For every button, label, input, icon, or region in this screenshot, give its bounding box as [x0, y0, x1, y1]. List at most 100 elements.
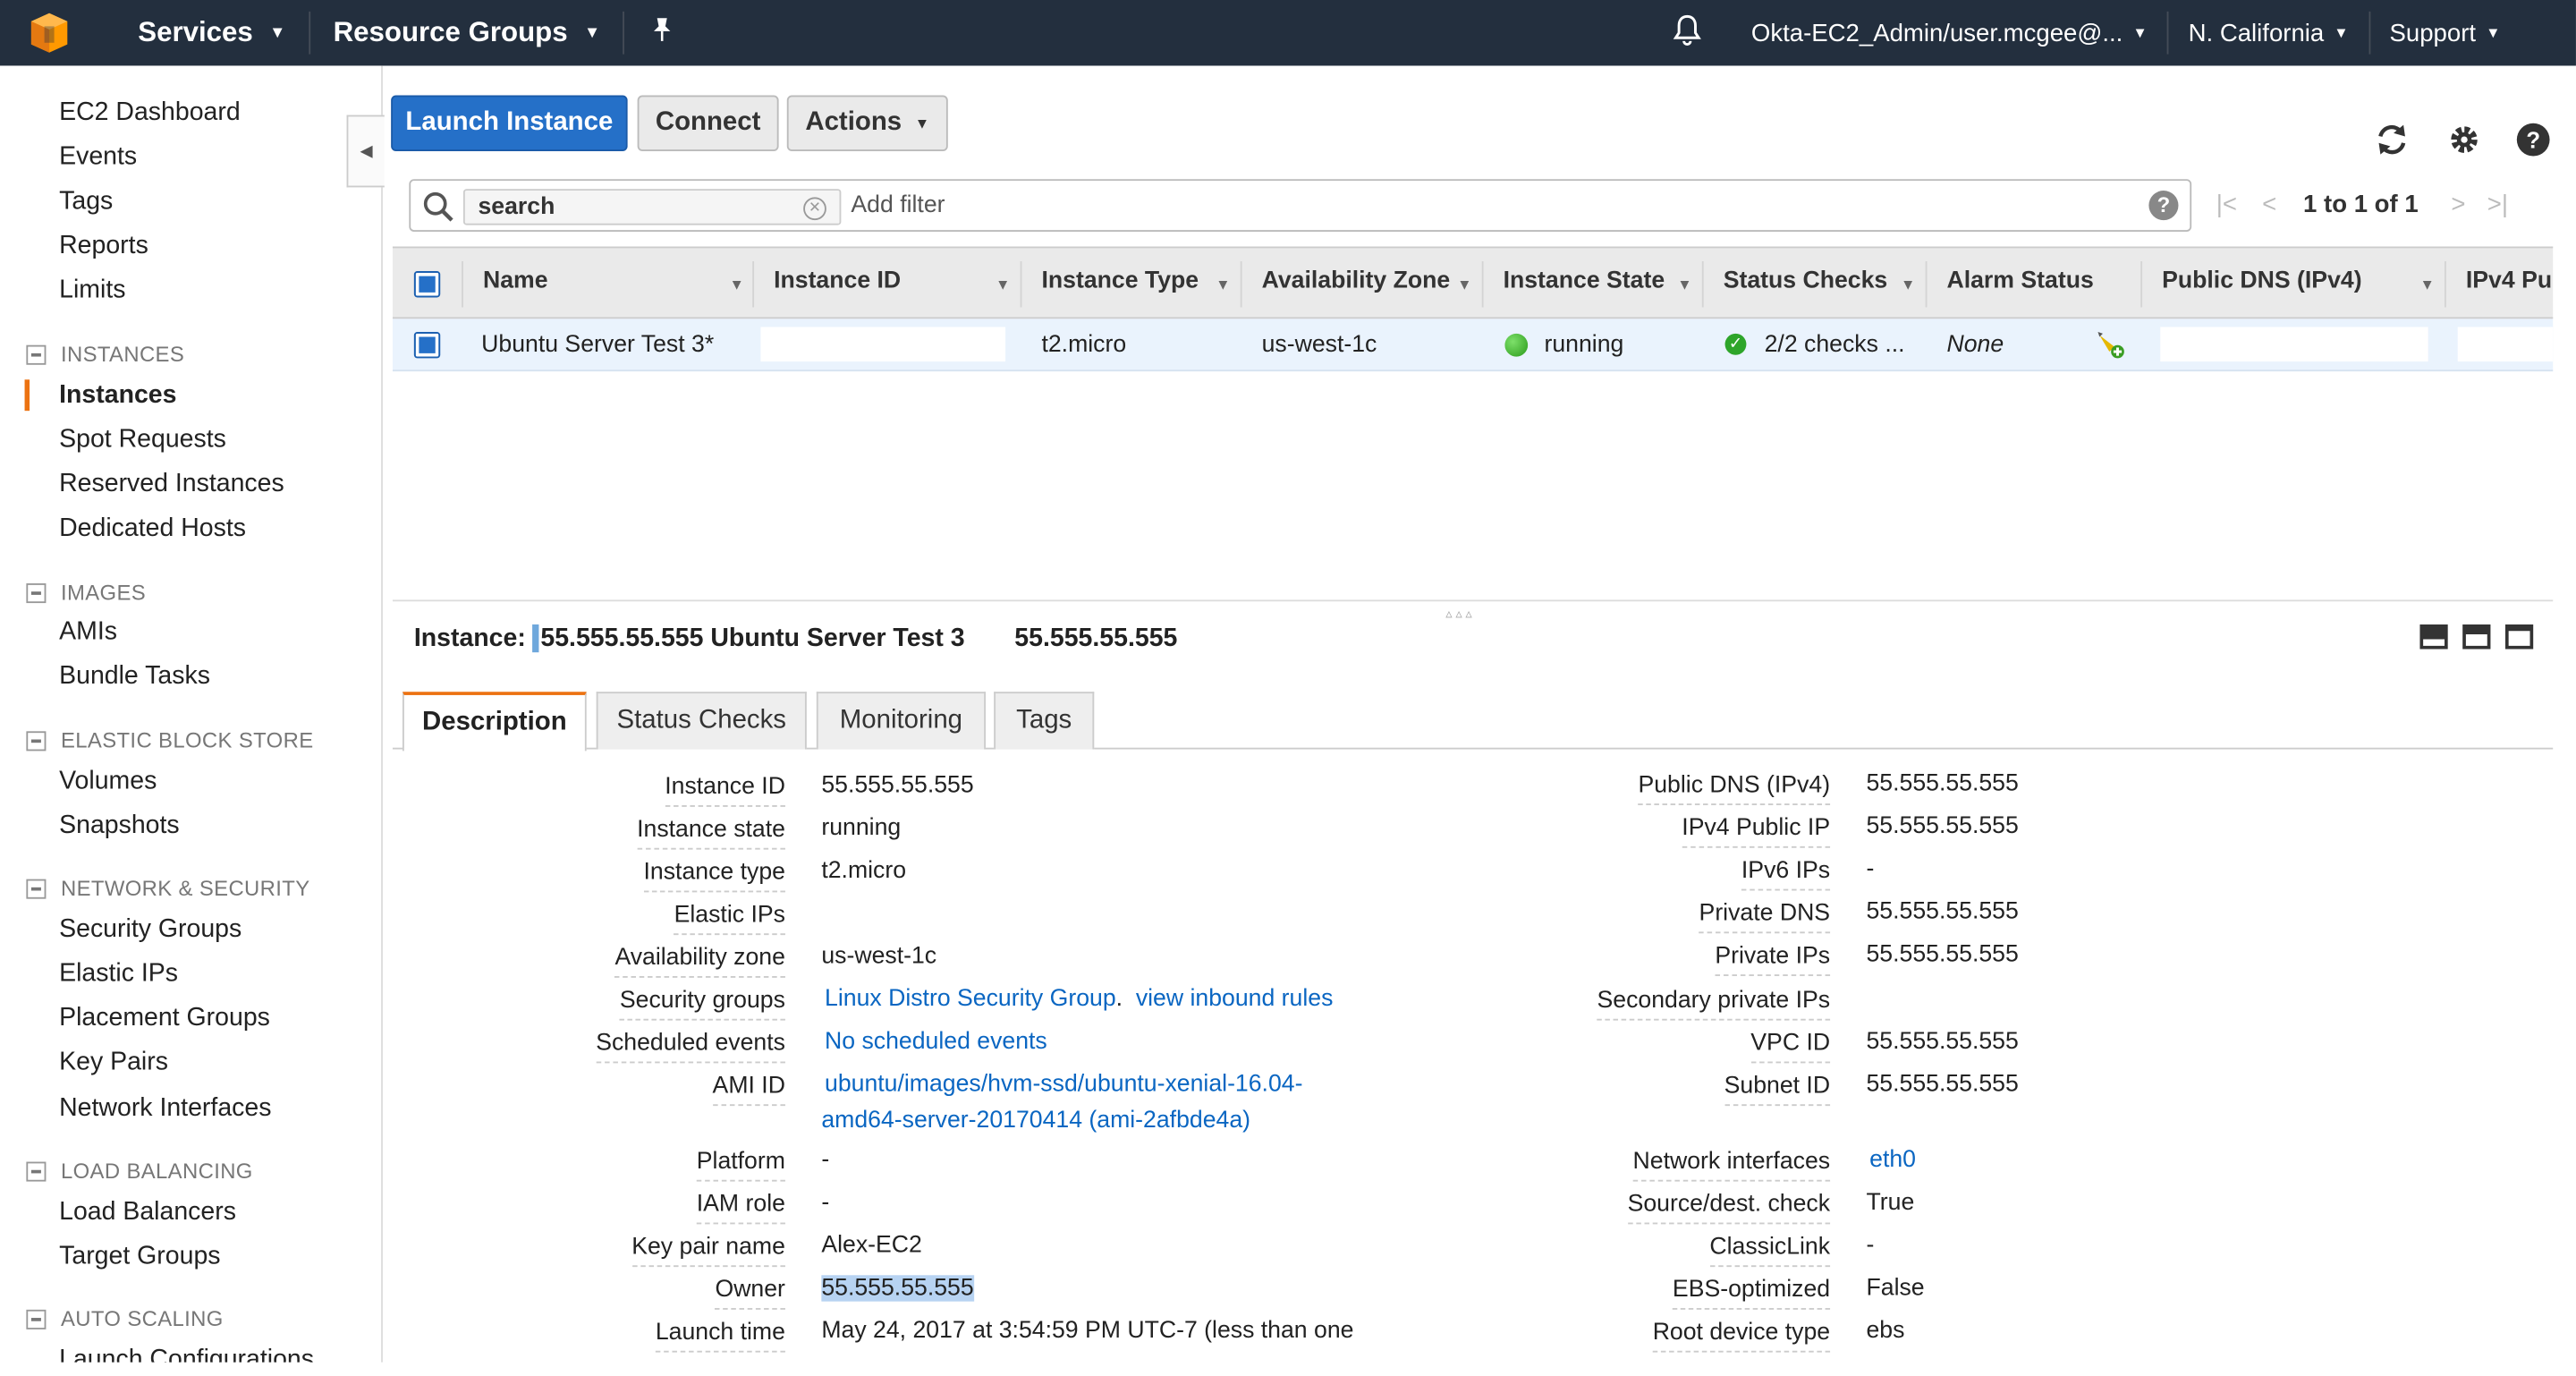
col-header-instance-state[interactable]: Instance State	[1504, 268, 1665, 293]
ami-id-link-line2[interactable]: amd64-server-20170414 (ami-2afbde4a)	[821, 1108, 1250, 1134]
sidebar-item-amis[interactable]: AMIs	[59, 618, 117, 648]
row-checkbox[interactable]	[413, 332, 441, 359]
account-menu[interactable]: Okta-EC2_Admin/user.mcgee@... ▼	[1732, 0, 2167, 65]
sidebar-item-snapshots[interactable]: Snapshots	[59, 811, 180, 841]
instances-table-header: Name ▼ Instance ID ▼ Instance Type ▼ Ava…	[392, 246, 2554, 319]
sidebar-section-images[interactable]: IMAGES	[26, 580, 146, 605]
scheduled-events-link[interactable]: No scheduled events	[825, 1029, 1047, 1055]
sidebar-item-reports[interactable]: Reports	[59, 232, 148, 261]
sidebar-item-placement-groups[interactable]: Placement Groups	[59, 1004, 270, 1033]
sidebar-item-elastic-ips[interactable]: Elastic IPs	[59, 960, 178, 990]
sidebar-item-load-balancers[interactable]: Load Balancers	[59, 1198, 236, 1227]
view-inbound-rules-link[interactable]: view inbound rules	[1136, 986, 1334, 1012]
sort-chevron-icon[interactable]: ▼	[1457, 276, 1471, 293]
search-token[interactable]: search ✕	[462, 189, 842, 225]
collapse-icon	[26, 878, 47, 898]
col-header-ipv4-public[interactable]: IPv4 Pu	[2466, 268, 2552, 293]
sidebar-section-network[interactable]: NETWORK & SECURITY	[26, 876, 309, 901]
launch-instance-button[interactable]: Launch Instance	[391, 95, 628, 151]
section-label: IMAGES	[60, 580, 147, 605]
column-divider	[2445, 261, 2446, 308]
region-menu[interactable]: N. California ▼	[2169, 0, 2368, 65]
aws-logo-icon[interactable]	[20, 0, 79, 65]
sidebar-item-ec2-dashboard[interactable]: EC2 Dashboard	[59, 98, 241, 128]
label-secondary-private-ips: Secondary private IPs	[1597, 988, 1831, 1021]
sort-chevron-icon[interactable]: ▼	[729, 276, 743, 293]
sidebar-item-tags[interactable]: Tags	[59, 187, 113, 217]
sort-chevron-icon[interactable]: ▼	[996, 276, 1010, 293]
account-label: Okta-EC2_Admin/user.mcgee@...	[1750, 19, 2123, 47]
pane-splitter[interactable]	[392, 599, 2554, 602]
resource-groups-menu[interactable]: Resource Groups ▼	[310, 0, 623, 65]
drag-handle-icon[interactable]: ▵▵▵	[1445, 607, 1475, 622]
connect-button[interactable]: Connect	[637, 95, 779, 151]
col-header-public-dns[interactable]: Public DNS (IPv4)	[2162, 268, 2361, 293]
filter-help-icon[interactable]: ?	[2148, 191, 2179, 221]
sidebar-item-spot-requests[interactable]: Spot Requests	[59, 426, 226, 455]
sidebar-item-limits[interactable]: Limits	[59, 276, 125, 306]
sidebar-section-load-balancing[interactable]: LOAD BALANCING	[26, 1158, 253, 1184]
sidebar-section-auto-scaling[interactable]: AUTO SCALING	[26, 1306, 223, 1331]
create-alarm-icon[interactable]	[2095, 328, 2128, 369]
label-source-dest-check: Source/dest. check	[1627, 1192, 1831, 1225]
col-header-name[interactable]: Name	[483, 268, 548, 293]
col-header-status-checks[interactable]: Status Checks	[1724, 268, 1888, 293]
table-row[interactable]: Ubuntu Server Test 3* t2.micro us-west-1…	[392, 319, 2554, 372]
sidebar-item-volumes[interactable]: Volumes	[59, 768, 157, 797]
help-icon[interactable]: ?	[2512, 118, 2555, 161]
sidebar-item-dedicated-hosts[interactable]: Dedicated Hosts	[59, 514, 246, 544]
sidebar-collapse-toggle[interactable]: ◀	[346, 115, 385, 188]
services-menu[interactable]: Services ▼	[115, 0, 309, 65]
sort-chevron-icon[interactable]: ▼	[1216, 276, 1230, 293]
col-header-instance-type[interactable]: Instance Type	[1041, 268, 1199, 293]
cell-status-checks: 2/2 checks ...	[1764, 332, 1905, 359]
refresh-icon[interactable]	[2370, 118, 2413, 161]
first-page-icon[interactable]: |<	[2216, 191, 2237, 218]
value-launch-time: May 24, 2017 at 3:54:59 PM UTC-7 (less t…	[821, 1318, 1354, 1345]
last-page-icon[interactable]: >|	[2487, 191, 2508, 218]
tab-description[interactable]: Description	[402, 692, 587, 752]
sidebar-item-instances[interactable]: Instances	[59, 381, 176, 411]
col-header-availability-zone[interactable]: Availability Zone	[1262, 268, 1451, 293]
sort-chevron-icon[interactable]: ▼	[1901, 276, 1915, 293]
prev-page-icon[interactable]: <	[2262, 191, 2276, 218]
collapse-icon	[26, 1308, 47, 1329]
layout-split-icon[interactable]	[2462, 624, 2491, 650]
sort-chevron-icon[interactable]: ▼	[2419, 276, 2434, 293]
actions-button[interactable]: Actions ▼	[786, 95, 948, 151]
sidebar-item-bundle-tasks[interactable]: Bundle Tasks	[59, 662, 210, 692]
sidebar-section-ebs[interactable]: ELASTIC BLOCK STORE	[26, 728, 313, 752]
clear-icon[interactable]: ✕	[803, 197, 826, 221]
chevron-down-icon: ▼	[914, 115, 930, 132]
sidebar-item-security-groups[interactable]: Security Groups	[59, 915, 242, 945]
chevron-left-icon: ◀	[360, 141, 373, 161]
sidebar-item-reserved-instances[interactable]: Reserved Instances	[59, 470, 284, 499]
support-menu[interactable]: Support ▼	[2369, 0, 2520, 65]
col-header-alarm-status[interactable]: Alarm Status	[1946, 268, 2093, 293]
section-label: LOAD BALANCING	[60, 1158, 253, 1184]
sidebar-item-network-interfaces[interactable]: Network Interfaces	[59, 1094, 271, 1124]
select-all-checkbox[interactable]	[413, 271, 441, 298]
bell-icon[interactable]	[1643, 13, 1732, 54]
tab-status-checks[interactable]: Status Checks	[596, 692, 807, 750]
sort-chevron-icon[interactable]: ▼	[1677, 276, 1691, 293]
security-group-link[interactable]: Linux Distro Security Group	[825, 986, 1116, 1012]
add-filter-input[interactable]: Add filter	[851, 192, 945, 218]
pin-icon[interactable]	[625, 15, 700, 50]
sidebar-section-instances[interactable]: INSTANCES	[26, 342, 184, 367]
next-page-icon[interactable]: >	[2451, 191, 2465, 218]
sidebar-item-launch-configurations[interactable]: Launch Configurations	[59, 1346, 314, 1362]
layout-bottom-icon[interactable]	[2419, 624, 2448, 650]
sidebar-item-target-groups[interactable]: Target Groups	[59, 1243, 220, 1272]
ami-id-link-line1[interactable]: ubuntu/images/hvm-ssd/ubuntu-xenial-16.0…	[825, 1072, 1302, 1098]
sidebar-item-events[interactable]: Events	[59, 143, 137, 173]
value-classiclink: -	[1866, 1232, 1875, 1259]
sidebar-item-key-pairs[interactable]: Key Pairs	[59, 1049, 168, 1078]
gear-icon[interactable]	[2443, 118, 2486, 161]
tab-tags[interactable]: Tags	[994, 692, 1095, 750]
col-header-instance-id[interactable]: Instance ID	[774, 268, 901, 293]
network-interface-eth0-link[interactable]: eth0	[1869, 1147, 1916, 1173]
label-launch-time: Launch time	[655, 1320, 785, 1353]
layout-top-icon[interactable]	[2504, 624, 2534, 650]
tab-monitoring[interactable]: Monitoring	[816, 692, 987, 750]
